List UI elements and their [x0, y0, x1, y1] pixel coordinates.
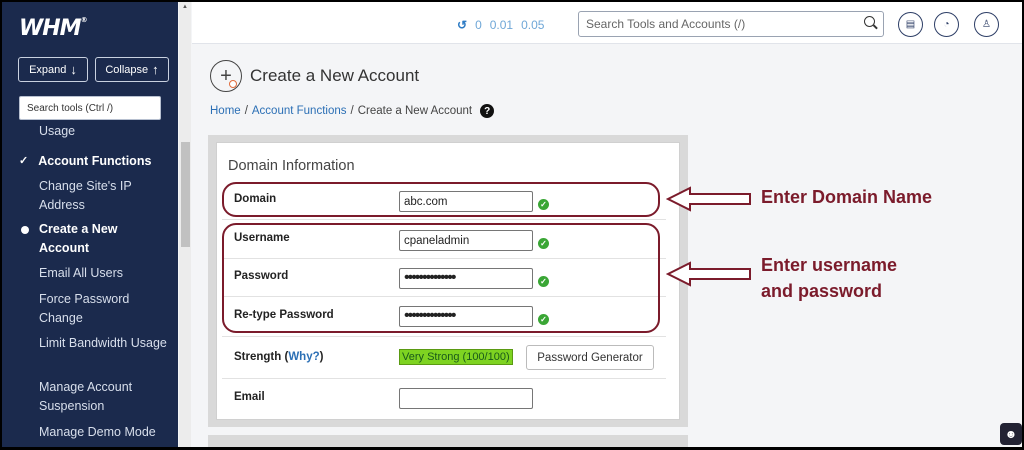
row-divider — [222, 219, 666, 220]
strength-label: Strength (Why?) — [234, 351, 324, 363]
arrow-left-icon — [666, 186, 751, 212]
user-icon[interactable]: ♙ — [974, 12, 999, 37]
tools-search-input[interactable] — [578, 11, 884, 37]
sidebar-item-force-password-change[interactable]: Force Password Change — [39, 290, 169, 328]
email-input[interactable] — [399, 388, 533, 409]
next-panel — [208, 435, 688, 447]
section-title: Domain Information — [228, 158, 355, 174]
sidebar-search-input[interactable] — [19, 96, 161, 120]
collapse-label: Collapse — [105, 63, 149, 76]
add-account-icon: + — [210, 60, 242, 92]
domain-callout: Enter Domain Name — [761, 187, 933, 207]
credentials-callout-line1: Enter username — [761, 255, 898, 275]
expand-label: Expand — [29, 63, 67, 76]
active-dot-icon — [21, 226, 29, 234]
news-icon[interactable]: ▤ — [898, 12, 923, 37]
email-label: Email — [234, 391, 265, 403]
sidebar-item-usage[interactable]: Usage — [39, 122, 169, 141]
expand-button[interactable]: Expand ↓ — [18, 57, 88, 82]
page-header: + Create a New Account — [210, 60, 419, 92]
row-divider — [222, 378, 666, 379]
help-icon[interactable]: ? — [480, 104, 495, 118]
arrow-down-icon: ↓ — [70, 62, 77, 77]
arrow-left-icon — [666, 261, 751, 287]
whm-logo[interactable]: WHM® — [19, 16, 88, 41]
row-divider — [222, 336, 666, 337]
load-1min: 0 — [475, 18, 482, 32]
sidebar-section-account-functions[interactable]: ✓ Account Functions — [19, 152, 151, 171]
domain-highlight-box — [222, 182, 660, 217]
load-15min: 0.05 — [521, 18, 545, 32]
sidebar: WHM® Expand ↓ Collapse ↑ Usage ✓ Account… — [2, 2, 178, 447]
refresh-icon[interactable]: ↺ — [457, 18, 467, 32]
sidebar-item-limit-bandwidth[interactable]: Limit Bandwidth Usage — [39, 334, 169, 353]
breadcrumb-account-functions[interactable]: Account Functions — [252, 105, 347, 117]
page-title: Create a New Account — [250, 66, 420, 85]
collapse-button[interactable]: Collapse ↑ — [95, 57, 169, 82]
breadcrumb: Home / Account Functions / Create a New … — [210, 104, 495, 118]
chat-icon[interactable]: ☻ — [1000, 423, 1022, 445]
breadcrumb-current: Create a New Account — [357, 105, 473, 117]
sidebar-item-create-account[interactable]: Create a New Account — [39, 220, 169, 258]
sidebar-item-email-all-users[interactable]: Email All Users — [39, 264, 169, 283]
search-icon[interactable] — [864, 16, 875, 27]
chevron-down-icon: ✓ — [19, 155, 29, 167]
credentials-callout-line2: and password — [761, 281, 883, 301]
load-5min: 0.01 — [489, 18, 514, 32]
why-link[interactable]: Why? — [288, 351, 319, 363]
breadcrumb-home[interactable]: Home — [210, 105, 241, 117]
credentials-highlight-box — [222, 223, 660, 333]
password-strength-meter: Very Strong (100/100) — [399, 349, 513, 365]
window: WHM® Expand ↓ Collapse ↑ Usage ✓ Account… — [2, 2, 1022, 447]
sidebar-item-change-ip[interactable]: Change Site's IP Address — [39, 177, 169, 215]
sidebar-scroll-thumb[interactable] — [181, 142, 190, 247]
arrow-up-icon: ↑ — [152, 62, 159, 77]
sidebar-item-manage-suspension[interactable]: Manage Account Suspension — [39, 378, 169, 416]
password-generator-button[interactable]: Password Generator — [526, 345, 654, 370]
sidebar-item-demo-mode[interactable]: Manage Demo Mode — [39, 423, 169, 442]
bell-icon[interactable]: ◔ — [934, 12, 959, 37]
sidebar-section-label: Account Functions — [38, 154, 152, 168]
scroll-up-icon[interactable]: ▲ — [182, 4, 188, 10]
top-bar: ↺ 0 0.01 0.05 ▤ ◔ ♙ — [192, 2, 1022, 44]
server-load: ↺ 0 0.01 0.05 — [457, 18, 544, 32]
